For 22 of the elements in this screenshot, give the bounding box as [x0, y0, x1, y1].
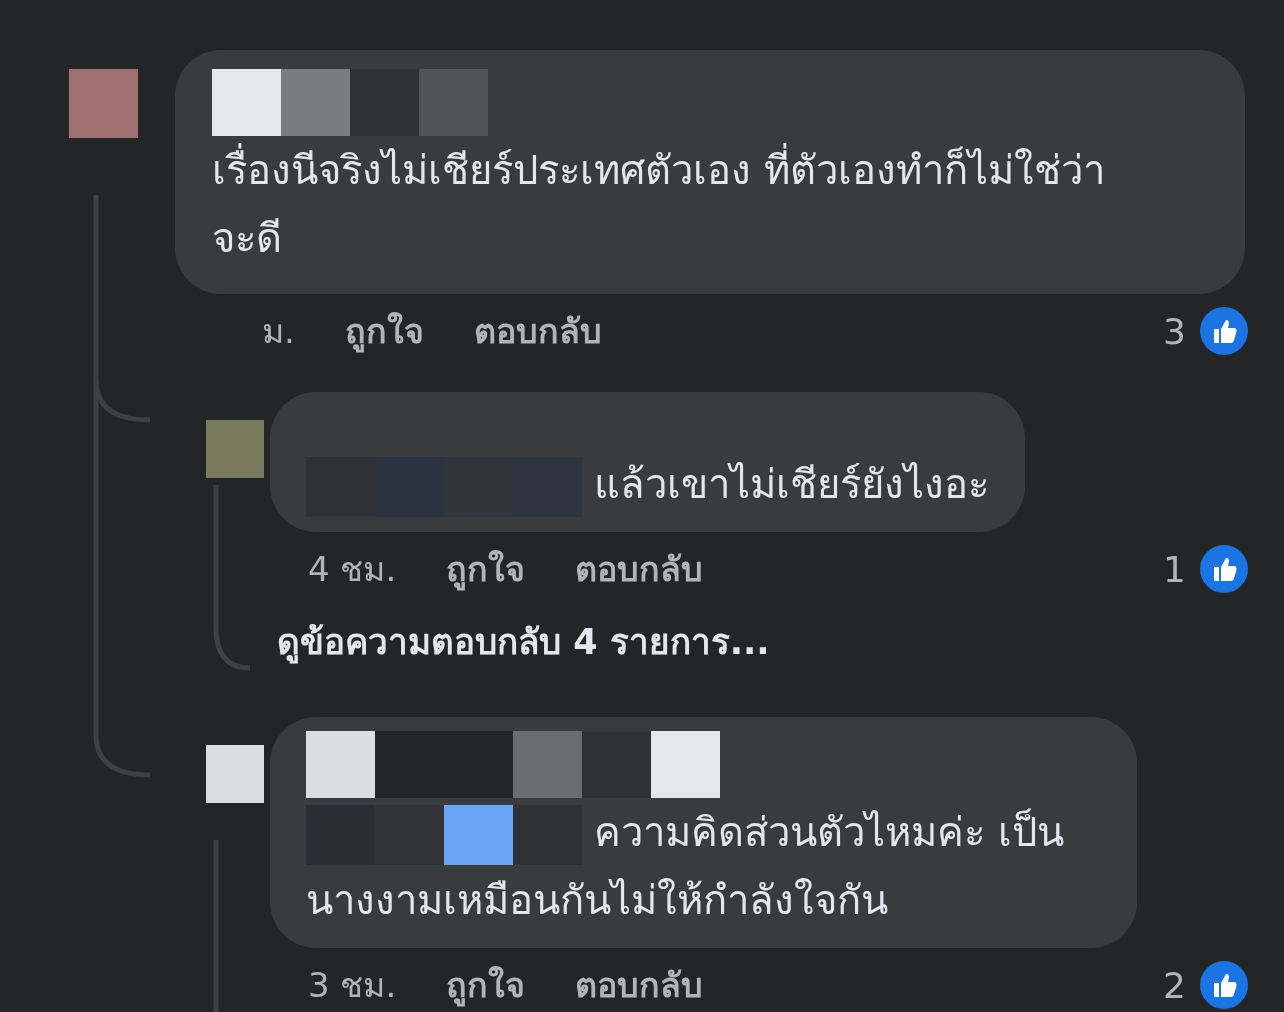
reply-link[interactable]: ตอบกลับ: [473, 304, 602, 358]
timestamp: ม.: [262, 310, 295, 353]
timestamp: 4 ชม.: [308, 548, 397, 591]
like-link[interactable]: ถูกใจ: [446, 542, 526, 596]
reply-link[interactable]: ตอบกลับ: [575, 958, 704, 1012]
like-link[interactable]: ถูกใจ: [446, 958, 526, 1012]
avatar[interactable]: [206, 420, 264, 478]
comment-text: ความคิดส่วนตัวไหมค่ะ เป็นนางงามเหมือนกันไม่ให้กำลังใจกัน: [306, 798, 1101, 934]
comment-text: เรื่องนีจริงไม่เชียร์ประเทศตัวเอง ที่ตัวเองทำก็ไม่ใช่ว่าจะดี: [212, 136, 1145, 272]
thumbs-up-icon: [1200, 545, 1248, 593]
thumbs-up-icon: [1200, 307, 1248, 355]
reply-link[interactable]: ตอบกลับ: [575, 542, 704, 596]
avatar[interactable]: [206, 745, 264, 803]
avatar[interactable]: [69, 69, 138, 138]
thumbs-up-icon: [1200, 961, 1248, 1009]
reaction-count: 3: [1163, 310, 1186, 352]
view-replies-link[interactable]: ดูข้อความตอบกลับ 4 รายการ...: [277, 614, 1284, 669]
reaction-count: 2: [1163, 964, 1186, 1006]
timestamp: 3 ชม.: [308, 964, 397, 1007]
like-link[interactable]: ถูกใจ: [344, 304, 424, 358]
reaction-count: 1: [1163, 548, 1186, 590]
comment-text: แล้วเขาไม่เชียร์ยังไงอะ: [306, 450, 989, 518]
